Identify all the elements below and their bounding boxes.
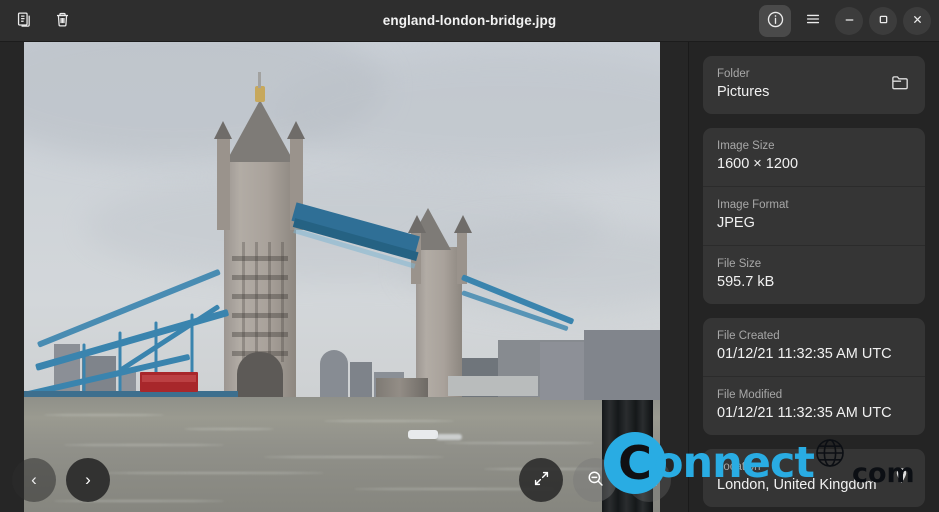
main-menu-button[interactable] (797, 5, 829, 37)
property-row-file-created: File Created 01/12/21 11:32:35 AM UTC (703, 318, 925, 376)
zoom-in-icon (640, 469, 659, 491)
properties-card-folder: Folder Pictures (703, 56, 925, 114)
delete-button[interactable] (46, 5, 78, 37)
property-value: 01/12/21 11:32:35 AM UTC (717, 346, 892, 362)
close-icon (911, 13, 924, 29)
next-image-button[interactable]: › (66, 458, 110, 502)
property-value: 1600 × 1200 (717, 156, 799, 172)
info-icon (766, 10, 785, 32)
minimize-icon (843, 13, 856, 29)
property-label: File Size (717, 258, 762, 270)
property-row-file-size: File Size 595.7 kB (703, 245, 925, 304)
property-label: Image Size (717, 140, 775, 152)
hamburger-menu-icon (804, 10, 822, 31)
show-on-map-button[interactable] (892, 466, 911, 490)
property-label: Location (717, 461, 761, 473)
folder-icon (890, 72, 911, 98)
chevron-left-icon: ‹ (31, 470, 37, 489)
image-viewer-window: england-london-bridge.jpg ‹ › C onnect c… (0, 0, 939, 512)
property-row-image-size: Image Size 1600 × 1200 (703, 128, 925, 186)
properties-card-dates: File Created 01/12/21 11:32:35 AM UTC Fi… (703, 318, 925, 435)
info-toggle-button[interactable] (759, 4, 791, 37)
window-body: ‹ › C onnect com Folder Pictures Image S… (0, 42, 939, 512)
zoom-in-button[interactable] (627, 458, 671, 502)
property-label: File Modified (717, 389, 783, 401)
close-button[interactable] (903, 6, 931, 35)
maximize-button[interactable] (869, 6, 897, 35)
open-folder-button[interactable] (890, 72, 911, 98)
chevron-right-icon: › (85, 470, 91, 489)
property-value: Pictures (717, 84, 770, 100)
property-label: Folder (717, 68, 750, 80)
zoom-out-icon (586, 469, 605, 491)
map-pin-icon (892, 466, 911, 490)
property-value: 595.7 kB (717, 274, 775, 290)
previous-image-button[interactable]: ‹ (12, 458, 56, 502)
image-viewer-area[interactable]: ‹ › (0, 42, 688, 512)
property-row-folder[interactable]: Folder Pictures (703, 56, 925, 114)
property-row-location[interactable]: Location London, United Kingdom (703, 449, 925, 507)
zoom-out-button[interactable] (573, 458, 617, 502)
fullscreen-expand-icon (532, 469, 551, 491)
title-bar-right-actions (759, 4, 931, 37)
property-label: Image Format (717, 199, 789, 211)
copy-icon (16, 11, 33, 31)
image-properties-sidebar: Folder Pictures Image Size 1600 × 1200 I… (688, 42, 939, 512)
property-value: JPEG (717, 215, 755, 231)
properties-card-location: Location London, United Kingdom (703, 449, 925, 507)
maximize-icon (877, 13, 890, 29)
photo-tower-bridge (24, 42, 660, 512)
property-value: London, United Kingdom (717, 477, 877, 493)
title-bar-left-actions (8, 5, 78, 37)
photo-bridge-tower-far (416, 247, 462, 397)
minimize-button[interactable] (835, 6, 863, 35)
property-value: 01/12/21 11:32:35 AM UTC (717, 405, 892, 421)
property-label: File Created (717, 330, 780, 342)
fullscreen-button[interactable] (519, 458, 563, 502)
property-row-file-modified: File Modified 01/12/21 11:32:35 AM UTC (703, 376, 925, 435)
trash-icon (54, 11, 71, 31)
title-bar: england-london-bridge.jpg (0, 0, 939, 42)
properties-card-image-details: Image Size 1600 × 1200 Image Format JPEG… (703, 128, 925, 304)
property-row-image-format: Image Format JPEG (703, 186, 925, 245)
photo-boat (408, 430, 438, 439)
copy-button[interactable] (8, 5, 40, 37)
